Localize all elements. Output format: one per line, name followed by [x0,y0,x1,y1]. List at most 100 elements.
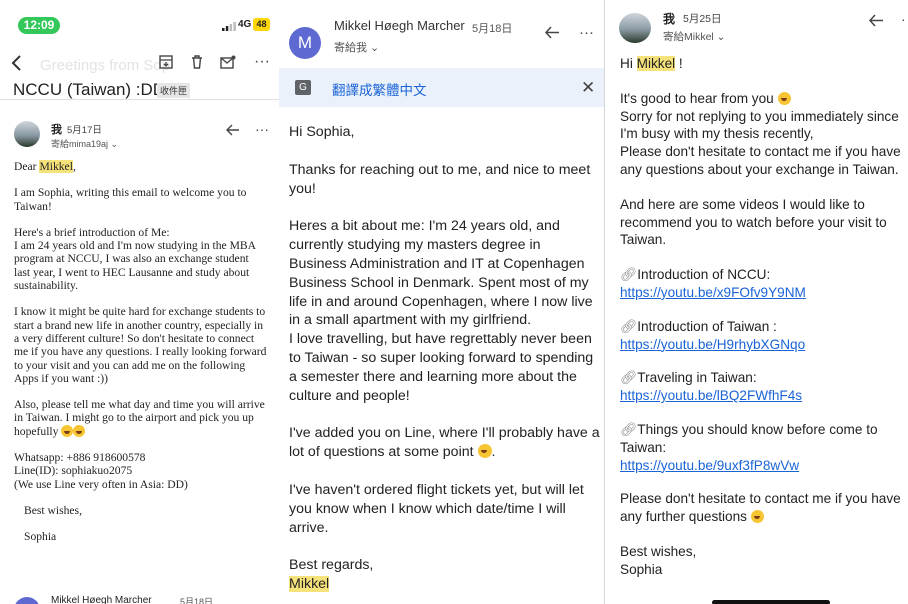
reply-icon[interactable] [545,26,560,39]
video-link[interactable]: https://youtu.be/x9FOfv9Y9NM [620,284,908,302]
sender-name: Mikkel Høegh Marcher [334,18,465,33]
video-title: 🔗︎Things you should know before come to … [620,421,908,457]
link-icon: 🔗︎ [620,318,638,334]
next-date: 5月18日 [180,597,214,604]
left-email-screen: 12:09 4G 48 Greetings from Sop ··· NCCU … [0,0,279,604]
greeting-prefix: Hi [620,56,637,71]
recipient-text: 寄給我 [334,42,367,54]
inbox-badge[interactable]: 收件匣 [157,83,191,98]
email-subject: NCCU (Taiwan) :DD [13,80,166,99]
mark-unread-icon[interactable] [220,55,236,69]
sender-name: 我 [663,12,676,26]
video-title-text: Things you should know before come to Ta… [620,421,878,455]
intro-text: It's good to hear from you [620,90,774,106]
close-translate-icon[interactable]: ✕ [581,78,595,98]
email-body: Hi Sophia, Thanks for reaching out to me… [289,123,601,594]
more-icon[interactable]: ··· [254,54,270,70]
sent-date: 5月25日 [683,13,722,25]
more-icon[interactable]: · [901,12,906,26]
signature: Mikkel [289,575,601,594]
reply-icon[interactable] [869,14,884,27]
grin-emoji-icon [477,444,492,459]
recipient-text: 寄給Mikkel [663,31,714,43]
video-item: 🔗︎Introduction of Taiwan : https://youtu… [620,318,908,354]
right-email-screen: 我 5月25日 寄給Mikkel ⌄ · Hi Mikkel ! It's go… [604,0,908,604]
intro-rest: Sorry for not replying to you immediatel… [620,108,901,177]
translate-bar: G 翻譯成繁體中文 ✕ [279,68,604,107]
greeting-line: Hi Mikkel ! [620,55,908,73]
network-label: 4G [238,19,252,30]
message-more-icon[interactable]: ··· [255,122,269,136]
video-title: 🔗︎Introduction of NCCU: [620,266,908,284]
signature: Sophia [620,561,663,577]
greeting-prefix: Dear [14,160,40,173]
video-title-text: Introduction of Taiwan : [637,318,777,334]
greeting-suffix: , [72,160,76,173]
intro-paragraph: It's good to hear from you Sorry for not… [620,90,908,179]
closing: Best regards, [289,557,374,574]
recipient-text: 寄給mima19aj [51,139,109,149]
body-paragraph: Heres a bit about me: I'm 24 years old, … [289,218,594,404]
sent-date: 5月17日 [67,125,102,136]
video-item: 🔗︎Things you should know before come to … [620,421,908,474]
body-paragraph: I am Sophia, writing this email to welco… [14,186,247,213]
grin-emoji-icon [73,424,86,437]
recipient-line[interactable]: 寄給我 ⌄ [334,39,379,55]
signal-icon [222,21,236,31]
greeting-name: Mikkel [636,56,676,71]
translate-link[interactable]: 翻譯成繁體中文 [332,79,427,99]
more-icon[interactable]: ··· [579,25,594,40]
archive-icon[interactable] [159,55,173,69]
outro-paragraph: Please don't hesitate to contact me if y… [620,490,908,526]
middle-email-screen: M Mikkel Høegh Marcher 5月18日 寄給我 ⌄ ··· G… [279,0,604,604]
greeting-line: Dear Mikkel, [14,160,267,173]
video-link[interactable]: https://youtu.be/lBQ2FWfhF4s [620,387,908,405]
body-paragraph: I've haven't ordered flight tickets yet,… [289,481,584,536]
email-body: Hi Mikkel ! It's good to hear from you S… [620,55,908,579]
reply-icon[interactable] [226,124,240,136]
video-item: 🔗︎Traveling in Taiwan: https://youtu.be/… [620,369,908,405]
pickup-paragraph: Also, please tell me what day and time y… [14,398,267,438]
body-paragraph: I know it might be quite hard for exchan… [14,305,267,385]
signature-name: Mikkel [289,576,330,593]
video-link[interactable]: https://youtu.be/H9rhybXGNqo [620,336,908,354]
video-title: 🔗︎Traveling in Taiwan: [620,369,908,387]
recipient-line[interactable]: 寄給mima19aj ⌄ [51,137,118,150]
avatar [619,13,651,43]
greeting-suffix: ! [675,56,683,71]
video-item: 🔗︎Introduction of NCCU: https://youtu.be… [620,266,908,302]
closing: Best wishes, [620,543,697,559]
signature: Sophia [24,530,57,544]
battery-badge: 48 [253,18,270,31]
email-body: Dear Mikkel, I am Sophia, writing this e… [14,160,267,544]
home-indicator [712,600,830,604]
sent-date: 5月18日 [472,23,513,35]
closing: Best wishes, [24,503,82,517]
contact-paragraph: Whatsapp: +886 918600578 Line(ID): sophi… [14,451,188,491]
divider [0,99,279,100]
greeting-name: Mikkel [39,160,73,173]
delete-icon[interactable] [191,55,203,69]
body-paragraph: Thanks for reaching out to me, and nice … [289,161,591,197]
body-paragraph: Also, please tell me what day and time y… [14,398,265,438]
translate-icon: G [295,80,311,95]
body-paragraph: I've added you on Line, where I'll proba… [289,425,600,461]
video-title-text: Traveling in Taiwan: [637,370,757,386]
status-time: 12:09 [18,17,60,34]
video-title: 🔗︎Introduction of Taiwan : [620,318,908,336]
grin-emoji-icon [777,91,791,105]
link-icon: 🔗︎ [620,421,638,437]
video-link[interactable]: https://youtu.be/9uxf3fP8wVw [620,457,908,475]
next-sender[interactable]: Mikkel Høegh Marcher [51,595,152,604]
sender-avatar: M [289,27,321,59]
next-avatar [14,597,40,604]
videos-intro: And here are some videos I would like to… [620,196,887,248]
back-icon[interactable] [11,54,23,72]
avatar [14,121,40,147]
link-icon: 🔗︎ [620,370,638,386]
body-paragraph: Hi Sophia, [289,124,355,140]
sender-name: 我 [51,124,62,136]
grin-emoji-icon [750,510,764,524]
line-paragraph: I've added you on Line, where I'll proba… [289,425,600,461]
recipient-line[interactable]: 寄給Mikkel ⌄ [663,29,725,44]
